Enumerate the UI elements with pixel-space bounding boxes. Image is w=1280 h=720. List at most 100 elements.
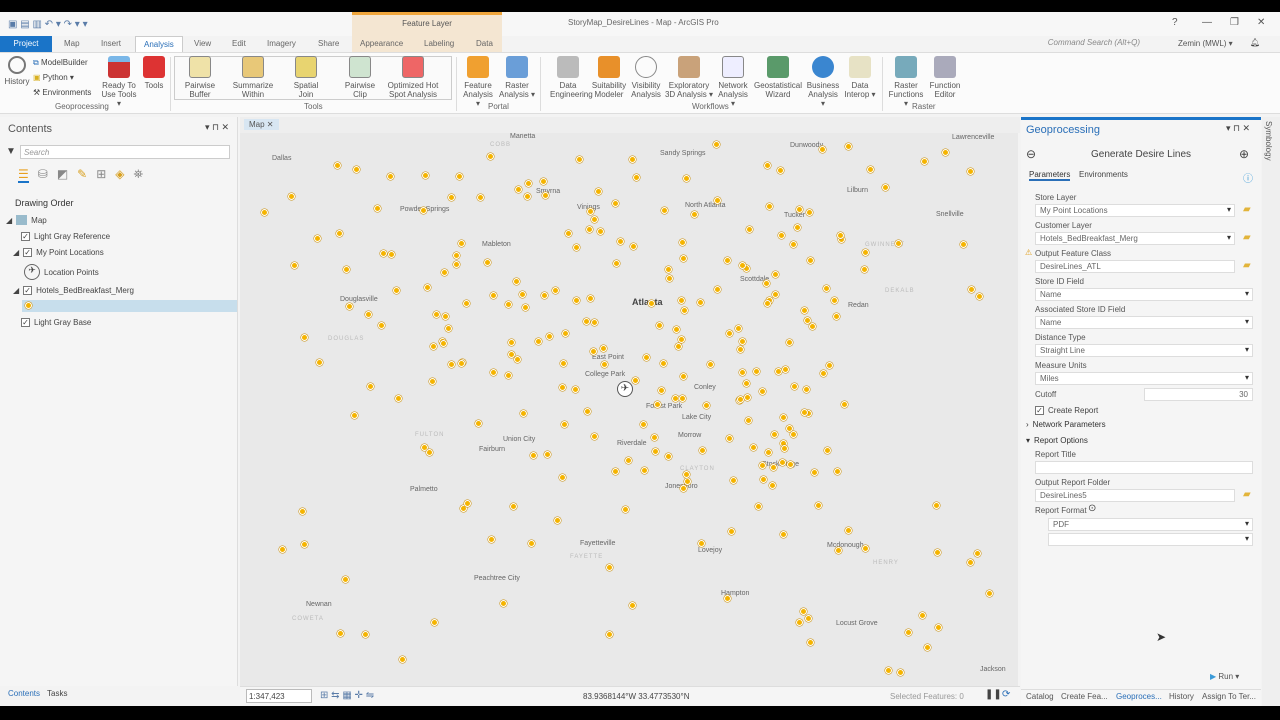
hotel-marker[interactable] xyxy=(442,312,450,320)
hotel-marker[interactable] xyxy=(524,180,532,188)
hotel-marker[interactable] xyxy=(429,343,437,351)
layer-map[interactable]: ◢ Map xyxy=(6,215,47,225)
hotel-marker[interactable] xyxy=(648,299,656,307)
hotel-marker[interactable] xyxy=(572,244,580,252)
hotels-symbol-row[interactable] xyxy=(22,300,237,312)
hotel-marker[interactable] xyxy=(775,367,783,375)
hotel-marker[interactable] xyxy=(622,505,630,513)
python-button[interactable]: ▣ Python ▾ xyxy=(33,73,74,82)
tab-data[interactable]: Data xyxy=(468,36,502,52)
restore-button[interactable]: ❐ xyxy=(1230,17,1239,28)
tab-map[interactable]: Map xyxy=(56,36,88,52)
function-editor-button[interactable]: Function Editor xyxy=(928,56,962,99)
hotel-marker[interactable] xyxy=(350,412,358,420)
hotel-marker[interactable] xyxy=(985,590,993,598)
hotel-marker[interactable] xyxy=(840,401,848,409)
hotel-marker[interactable] xyxy=(795,618,803,626)
network-parameters-section[interactable]: › Network Parameters xyxy=(1026,420,1106,429)
hotel-marker[interactable] xyxy=(374,205,382,212)
hotel-marker[interactable] xyxy=(628,155,636,163)
raster-functions-button[interactable]: Raster Functions ▾ xyxy=(886,56,926,108)
hotel-marker[interactable] xyxy=(643,354,651,362)
hotel-marker[interactable] xyxy=(587,207,595,215)
hotel-marker[interactable] xyxy=(590,216,598,224)
pause-icon[interactable]: ❚❚ xyxy=(985,689,1002,700)
hotel-marker[interactable] xyxy=(736,346,744,354)
tool-pairwise-clip[interactable]: Pairwise Clip xyxy=(340,56,380,99)
hotel-marker[interactable] xyxy=(799,607,807,615)
folder-icon[interactable]: ▰ xyxy=(1243,204,1251,215)
layer-light-gray-reference[interactable]: ✓ Light Gray Reference xyxy=(21,232,110,241)
hotel-marker[interactable] xyxy=(616,238,624,246)
hotel-marker[interactable] xyxy=(805,209,813,217)
hotel-marker[interactable] xyxy=(759,462,767,470)
hotel-marker[interactable] xyxy=(612,259,620,267)
hotel-marker[interactable] xyxy=(313,234,321,242)
hotel-marker[interactable] xyxy=(677,335,685,343)
hotel-marker[interactable] xyxy=(678,296,686,304)
hotel-marker[interactable] xyxy=(429,377,437,385)
hotel-marker[interactable] xyxy=(760,475,768,483)
hotel-marker[interactable] xyxy=(624,457,632,465)
hotel-marker[interactable] xyxy=(423,283,431,291)
hotel-marker[interactable] xyxy=(364,310,372,318)
hotel-marker[interactable] xyxy=(837,231,845,239)
hotel-marker[interactable] xyxy=(299,507,307,515)
back-icon[interactable]: ⊖ xyxy=(1026,147,1036,161)
tab-view[interactable]: View xyxy=(186,36,219,52)
hotel-marker[interactable] xyxy=(786,339,794,347)
help-button[interactable]: ? xyxy=(1172,17,1178,28)
hotel-marker[interactable] xyxy=(861,248,869,256)
hotel-marker[interactable] xyxy=(540,291,548,299)
hotel-marker[interactable] xyxy=(790,240,798,248)
hotel-marker[interactable] xyxy=(835,546,843,554)
folder-icon[interactable]: ▰ xyxy=(1243,232,1251,243)
command-search[interactable]: Command Search (Alt+Q) xyxy=(1048,38,1140,47)
suitability-modeler-button[interactable]: Suitability Modeler xyxy=(590,56,628,99)
hotel-marker[interactable] xyxy=(591,433,599,441)
hotel-marker[interactable] xyxy=(755,502,763,510)
hotel-marker[interactable] xyxy=(513,278,521,286)
report-format-select[interactable]: PDF xyxy=(1048,518,1253,531)
hotel-marker[interactable] xyxy=(712,141,720,149)
hotel-marker[interactable] xyxy=(543,451,551,459)
hotel-marker[interactable] xyxy=(561,329,569,337)
hotel-marker[interactable] xyxy=(455,172,463,180)
hotel-marker[interactable] xyxy=(564,230,572,238)
hotel-marker[interactable] xyxy=(746,225,754,233)
hotel-marker[interactable] xyxy=(629,243,637,251)
hotel-marker[interactable] xyxy=(845,527,853,535)
hotel-marker[interactable] xyxy=(507,339,515,347)
hotel-marker[interactable] xyxy=(804,614,812,622)
tab-create-features[interactable]: Create Fea... xyxy=(1061,692,1108,701)
create-report-checkbox[interactable]: ✓ Create Report xyxy=(1035,406,1098,415)
hotel-marker[interactable] xyxy=(723,257,731,265)
hotel-marker[interactable] xyxy=(895,239,903,247)
perspective-icon[interactable]: ⛯ xyxy=(134,167,144,183)
hotel-marker[interactable] xyxy=(714,286,722,294)
raster-analysis-button[interactable]: Raster Analysis ▾ xyxy=(498,56,536,99)
hotel-marker[interactable] xyxy=(571,386,579,394)
hotel-marker[interactable] xyxy=(861,544,869,552)
store-layer-select[interactable]: My Point Locations xyxy=(1035,204,1235,217)
hotel-marker[interactable] xyxy=(697,298,705,306)
pane-controls[interactable]: ▾ ⊓ ✕ xyxy=(1226,123,1250,134)
hotel-marker[interactable] xyxy=(600,344,608,352)
geostatistical-wizard-button[interactable]: Geostatistical Wizard xyxy=(752,56,804,99)
hotel-marker[interactable] xyxy=(524,192,532,200)
snapping-icon[interactable]: ⊞ xyxy=(96,167,106,183)
hotel-marker[interactable] xyxy=(552,286,560,294)
tab-history[interactable]: History xyxy=(1169,692,1194,701)
hotel-marker[interactable] xyxy=(942,149,950,157)
hotel-marker[interactable] xyxy=(771,270,779,278)
hotel-marker[interactable] xyxy=(743,380,751,388)
store-id-select[interactable]: Name xyxy=(1035,288,1253,301)
hotel-marker[interactable] xyxy=(573,297,581,305)
hotel-marker[interactable] xyxy=(790,431,798,438)
hotel-marker[interactable] xyxy=(515,186,523,194)
hotel-marker[interactable] xyxy=(769,482,777,490)
hotel-marker[interactable] xyxy=(744,416,752,424)
hotel-marker[interactable] xyxy=(584,408,592,416)
hotel-marker[interactable] xyxy=(444,324,452,332)
hotel-marker[interactable] xyxy=(278,545,286,553)
